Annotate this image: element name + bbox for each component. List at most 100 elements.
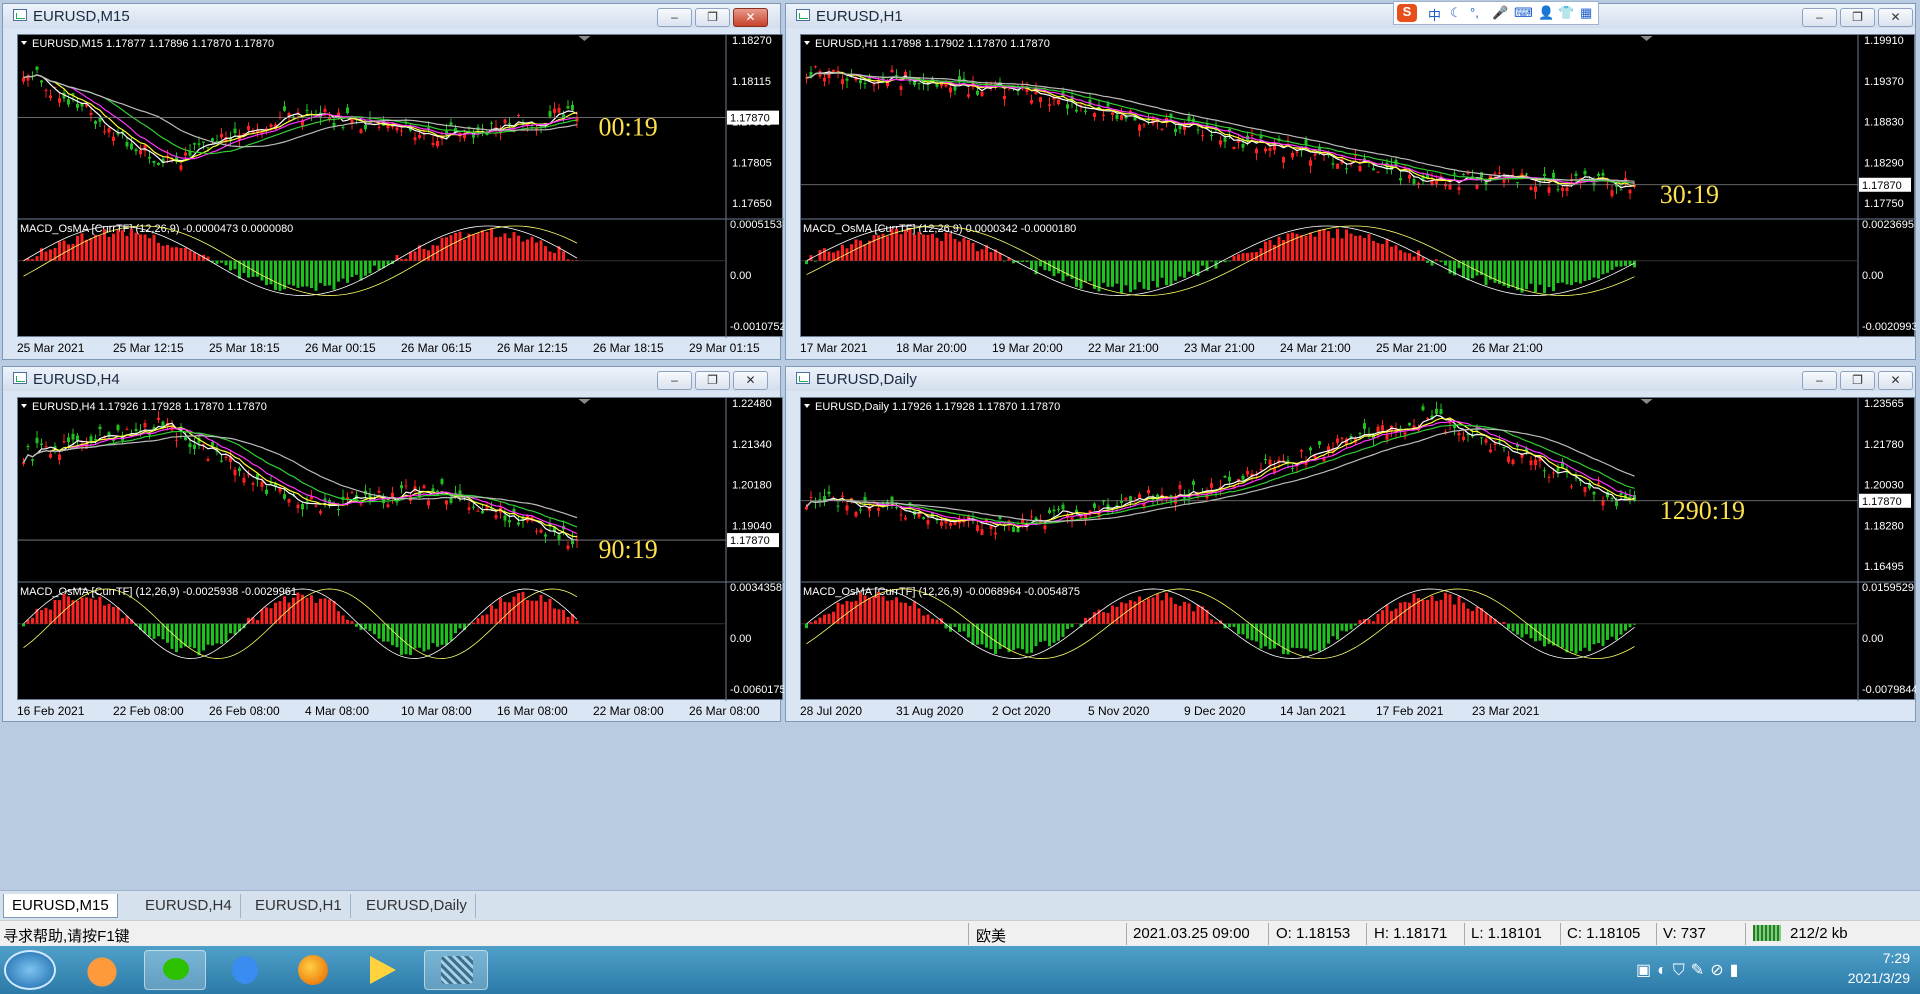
candle-body	[1484, 439, 1488, 443]
restore-button[interactable]: ❐	[695, 371, 730, 390]
punctuation-icon[interactable]: °,	[1470, 5, 1479, 20]
chart-window-m15[interactable]: EURUSD,M15 – ❐ ✕ EURUSD,M15 1.17877 1.17…	[2, 3, 784, 360]
candle-body	[1619, 189, 1623, 191]
candle-body	[1502, 447, 1506, 449]
macd-histogram-bar	[1273, 623, 1276, 649]
restore-button[interactable]: ❐	[695, 8, 730, 27]
macd-histogram-bar	[1606, 260, 1609, 273]
macd-histogram-bar	[224, 623, 228, 643]
restore-button[interactable]: ❐	[1840, 371, 1875, 390]
candle-body	[1313, 153, 1317, 156]
candle-body	[1457, 433, 1461, 436]
user-icon[interactable]: 👤	[1538, 5, 1554, 21]
minimize-button[interactable]: –	[657, 8, 692, 27]
candle-body	[859, 80, 862, 84]
macd-histogram-bar	[220, 623, 223, 645]
time-axis-label: 26 Mar 06:15	[401, 341, 472, 355]
window-titlebar[interactable]: EURUSD,Daily – ❐ ✕	[786, 367, 1915, 391]
close-button[interactable]: ✕	[1878, 371, 1913, 390]
minimize-button[interactable]: –	[1802, 8, 1837, 27]
candle-body	[1138, 124, 1141, 131]
candle-body	[899, 86, 903, 90]
collapse-icon[interactable]	[804, 404, 810, 408]
close-button[interactable]: ✕	[733, 371, 768, 390]
candle-body	[220, 133, 223, 138]
chart-shift-marker[interactable]	[1640, 399, 1653, 404]
taskbar-clock[interactable]: 7:29 2021/3/29	[1820, 948, 1910, 988]
pen-app-icon[interactable]	[218, 950, 270, 990]
chart-svg[interactable]: EURUSD,Daily 1.17926 1.17928 1.17870 1.1…	[801, 398, 1916, 701]
macd-histogram-bar	[1160, 260, 1164, 278]
window-titlebar[interactable]: EURUSD,H1 – ❐ ✕	[786, 4, 1915, 28]
macd-header: MACD_OsMA [CurrTF] (12,26,9) -0.0025938 …	[20, 586, 297, 598]
price-tick: 1.18270	[732, 35, 772, 47]
status-traffic: 212/2 kb	[1790, 925, 1848, 942]
macd-histogram-bar	[1475, 606, 1479, 624]
collapse-icon[interactable]	[804, 41, 810, 45]
minimize-button[interactable]: –	[657, 371, 692, 390]
macd-histogram-bar	[1169, 260, 1173, 286]
restore-button[interactable]: ❐	[1840, 8, 1875, 27]
system-tray-icons[interactable]: ▣◐⛉✎⊘▮	[1636, 960, 1744, 980]
macd-histogram-bar	[337, 611, 340, 624]
window-titlebar[interactable]: EURUSD,M15 – ❐ ✕	[3, 4, 780, 28]
close-button[interactable]: ✕	[733, 8, 768, 27]
toolbox-icon[interactable]: ▦	[1580, 5, 1592, 21]
chart-svg[interactable]: EURUSD,H4 1.17926 1.17928 1.17870 1.1787…	[18, 398, 784, 701]
candle-body	[71, 433, 75, 440]
chart-canvas[interactable]: EURUSD,H1 1.17898 1.17902 1.17870 1.1787…	[800, 34, 1916, 338]
moving-average-line	[806, 72, 1635, 184]
chart-shift-marker[interactable]	[578, 36, 591, 41]
keyboard-icon[interactable]: ⌨	[1514, 5, 1533, 21]
firefox-icon[interactable]	[286, 950, 338, 990]
chart-window-h4[interactable]: EURUSD,H4 – ❐ ✕ EURUSD,H4 1.17926 1.1792…	[2, 366, 784, 722]
collapse-icon[interactable]	[21, 404, 27, 408]
macd-tick: 0.0023695	[1862, 219, 1914, 231]
macd-histogram-bar	[1165, 592, 1168, 624]
video-player-icon[interactable]	[354, 950, 406, 990]
candle-body	[989, 526, 993, 530]
start-button[interactable]	[4, 950, 56, 990]
macd-histogram-bar	[1412, 593, 1416, 624]
macd-histogram-bar	[40, 610, 43, 624]
connection-bars-icon[interactable]	[1753, 925, 1781, 941]
moon-icon[interactable]: ☾	[1450, 5, 1462, 21]
time-axis-label: 24 Mar 21:00	[1280, 341, 1351, 355]
tab-eurusd-h1[interactable]: EURUSD,H1	[247, 894, 351, 918]
chart-svg[interactable]: EURUSD,M15 1.17877 1.17896 1.17870 1.178…	[18, 35, 784, 338]
skin-icon[interactable]: 👕	[1558, 5, 1574, 21]
windows-taskbar: ▣◐⛉✎⊘▮ 7:29 2021/3/29	[0, 946, 1920, 994]
chart-canvas[interactable]: EURUSD,M15 1.17877 1.17896 1.17870 1.178…	[17, 34, 784, 338]
macd-histogram-bar	[490, 605, 493, 624]
chart-canvas[interactable]: EURUSD,H4 1.17926 1.17928 1.17870 1.1787…	[17, 397, 784, 701]
price-tick: 1.18830	[1864, 117, 1904, 129]
tab-eurusd-h4[interactable]: EURUSD,H4	[137, 894, 241, 918]
macd-histogram-bar	[557, 609, 561, 624]
chart-window-h1[interactable]: EURUSD,H1 – ❐ ✕ EURUSD,H1 1.17898 1.1790…	[785, 3, 1916, 360]
app-icon-1[interactable]	[76, 950, 128, 990]
candle-body	[953, 86, 957, 91]
ime-toolbar[interactable]: S 中 ☾ °, 🎤 ⌨ 👤 👕 ▦	[1393, 1, 1599, 25]
ime-mode-label[interactable]: 中	[1428, 5, 1441, 24]
minimize-button[interactable]: –	[1802, 371, 1837, 390]
chart-window-daily[interactable]: EURUSD,Daily – ❐ ✕ EURUSD,Daily 1.17926 …	[785, 366, 1916, 722]
close-button[interactable]: ✕	[1878, 8, 1913, 27]
macd-histogram-bar	[805, 260, 808, 265]
candle-body	[1453, 173, 1456, 175]
macd-histogram-bar	[1439, 260, 1443, 263]
chart-canvas[interactable]: EURUSD,Daily 1.17926 1.17928 1.17870 1.1…	[800, 397, 1916, 701]
window-titlebar[interactable]: EURUSD,H4 – ❐ ✕	[3, 367, 780, 391]
metatrader-icon[interactable]	[424, 950, 488, 990]
tab-eurusd-daily[interactable]: EURUSD,Daily	[358, 894, 476, 918]
microphone-icon[interactable]: 🎤	[1492, 5, 1508, 21]
candle-body	[1592, 491, 1596, 495]
chart-shift-marker[interactable]	[578, 399, 591, 404]
tab-eurusd-m15[interactable]: EURUSD,M15	[3, 894, 118, 918]
chart-shift-marker[interactable]	[1640, 36, 1653, 41]
macd-histogram-bar	[503, 233, 507, 261]
wechat-icon[interactable]	[144, 950, 206, 990]
chart-svg[interactable]: EURUSD,H1 1.17898 1.17902 1.17870 1.1787…	[801, 35, 1916, 338]
macd-histogram-bar	[1340, 623, 1344, 631]
candle-body	[301, 503, 304, 510]
collapse-icon[interactable]	[21, 41, 27, 45]
